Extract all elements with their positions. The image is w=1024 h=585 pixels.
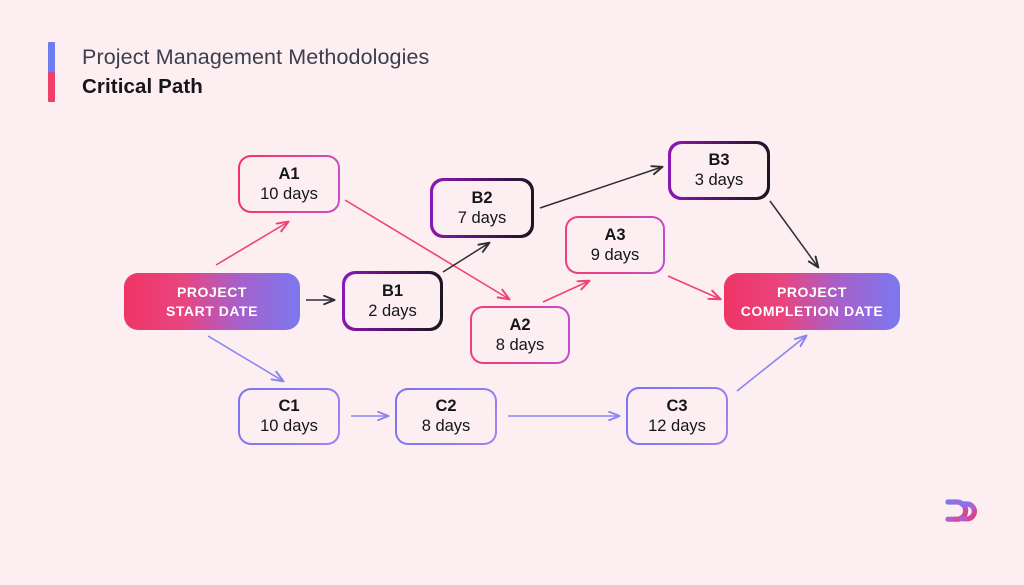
node-a2-duration: 8 days: [495, 335, 545, 354]
edge-c3-end: [736, 336, 806, 392]
node-start-line2: START DATE: [165, 302, 259, 319]
edge-b3-end: [769, 200, 818, 267]
node-c2-code: C2: [435, 397, 457, 415]
node-c2-duration: 8 days: [421, 417, 471, 435]
node-c1-duration: 10 days: [260, 417, 318, 435]
edge-a3-end: [667, 275, 720, 299]
node-a3-duration: 9 days: [590, 245, 640, 264]
node-task-c2[interactable]: C2 8 days: [395, 388, 497, 445]
node-end-line2: COMPLETION DATE: [740, 302, 884, 319]
node-task-b1[interactable]: B1 2 days: [342, 271, 443, 331]
node-task-b3[interactable]: B3 3 days: [668, 141, 770, 200]
diagram-canvas: Project Management Methodologies Critica…: [0, 0, 1024, 585]
node-start-line1: PROJECT: [177, 283, 247, 300]
node-a1-code: A1: [278, 164, 300, 183]
node-b3-code: B3: [708, 151, 730, 169]
node-b1-duration: 2 days: [368, 301, 417, 320]
node-b1-code: B1: [381, 281, 404, 300]
node-a1-duration: 10 days: [260, 184, 318, 203]
node-task-c3[interactable]: C3 12 days: [626, 387, 728, 445]
node-b2-duration: 7 days: [457, 208, 507, 227]
node-c3-code: C3: [666, 396, 688, 415]
node-task-b2[interactable]: B2 7 days: [430, 178, 534, 238]
node-a2-code: A2: [509, 315, 531, 334]
node-end-line1: PROJECT: [777, 283, 847, 300]
node-c1-code: C1: [278, 397, 300, 415]
edge-b2-b3: [539, 167, 662, 209]
node-a3-code: A3: [604, 225, 626, 244]
edge-start-a1: [215, 222, 288, 266]
node-b3-duration: 3 days: [694, 171, 744, 189]
node-task-a1[interactable]: A1 10 days: [238, 155, 340, 213]
node-task-a2[interactable]: A2 8 days: [470, 306, 570, 364]
edge-a2-a3: [542, 281, 589, 303]
node-c3-duration: 12 days: [648, 416, 706, 435]
node-project-start[interactable]: PROJECT START DATE: [124, 273, 300, 330]
node-task-a3[interactable]: A3 9 days: [565, 216, 665, 274]
node-b2-code: B2: [471, 188, 493, 207]
edge-b1-b2: [442, 243, 489, 273]
edge-start-c1: [207, 335, 283, 381]
node-task-c1[interactable]: C1 10 days: [238, 388, 340, 445]
node-project-completion[interactable]: PROJECT COMPLETION DATE: [724, 273, 900, 330]
